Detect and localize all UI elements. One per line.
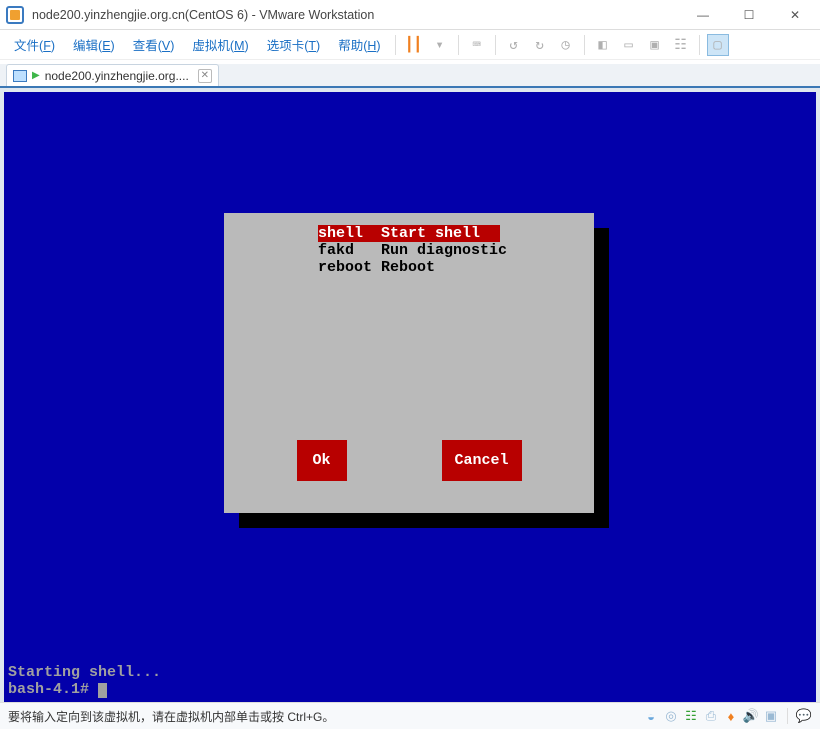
cancel-button-shadow: Cancel bbox=[442, 440, 522, 481]
tab-close-button[interactable]: ✕ bbox=[198, 69, 212, 83]
rescue-menu[interactable]: shell Start shell fakd Run diagnostic re… bbox=[318, 225, 580, 276]
close-button[interactable]: ✕ bbox=[772, 0, 818, 29]
toolbar-separator bbox=[699, 35, 700, 55]
status-hint: 要将输入定向到该虚拟机，请在虚拟机内部单击或按 Ctrl+G。 bbox=[8, 708, 334, 725]
status-bar: 要将输入定向到该虚拟机，请在虚拟机内部单击或按 Ctrl+G。 ◒ ◎ ☷ ⎙ … bbox=[0, 702, 820, 729]
cursor-icon bbox=[98, 683, 107, 698]
menu-vm[interactable]: 虚拟机(M) bbox=[184, 31, 256, 58]
monitor-icon bbox=[13, 70, 27, 82]
unity-icon[interactable]: ▣ bbox=[644, 34, 666, 56]
menu-bar: 文件(F) 编辑(E) 查看(V) 虚拟机(M) 选项卡(T) 帮助(H) ┃┃… bbox=[0, 30, 820, 60]
dropdown-icon[interactable]: ▾ bbox=[429, 34, 451, 56]
cancel-button[interactable]: Cancel bbox=[442, 440, 522, 481]
vm-console[interactable]: shell Start shell fakd Run diagnostic re… bbox=[4, 92, 816, 702]
menu-option-fakd[interactable]: fakd Run diagnostic bbox=[318, 242, 580, 259]
menu-view[interactable]: 查看(V) bbox=[125, 31, 183, 58]
console-container: shell Start shell fakd Run diagnostic re… bbox=[0, 88, 820, 702]
status-separator bbox=[787, 708, 788, 724]
ok-button[interactable]: Ok bbox=[297, 440, 347, 481]
fit-guest-icon[interactable]: ▭ bbox=[618, 34, 640, 56]
menu-option-reboot[interactable]: reboot Reboot bbox=[318, 259, 580, 276]
printer-icon[interactable]: ⎙ bbox=[703, 708, 719, 724]
vm-tab-label: node200.yinzhengjie.org.... bbox=[45, 69, 189, 83]
rescue-dialog: shell Start shell fakd Run diagnostic re… bbox=[224, 213, 594, 513]
library-icon[interactable]: ☷ bbox=[670, 34, 692, 56]
cd-icon[interactable]: ◎ bbox=[663, 708, 679, 724]
minimize-button[interactable]: — bbox=[680, 0, 726, 29]
snapshot-back-icon[interactable]: ↺ bbox=[503, 34, 525, 56]
sound-icon[interactable]: 🔊 bbox=[743, 708, 759, 724]
device-status-icons: ◒ ◎ ☷ ⎙ ♦ 🔊 ▣ 💬 bbox=[643, 708, 812, 724]
menu-help[interactable]: 帮助(H) bbox=[330, 31, 388, 58]
menu-separator bbox=[395, 35, 396, 55]
network-icon[interactable]: ☷ bbox=[683, 708, 699, 724]
pause-icon[interactable]: ┃┃ bbox=[403, 34, 425, 56]
menu-tabs[interactable]: 选项卡(T) bbox=[259, 31, 329, 58]
ok-button-shadow: Ok bbox=[297, 440, 347, 481]
fullscreen-icon[interactable]: ▢ bbox=[707, 34, 729, 56]
terminal-output: Starting shell... bash-4.1# bbox=[8, 664, 161, 698]
toolbar-separator bbox=[458, 35, 459, 55]
snapshot-manage-icon[interactable]: ◷ bbox=[555, 34, 577, 56]
play-icon: ▶ bbox=[32, 70, 40, 81]
vm-tabbar: ▶ node200.yinzhengjie.org.... ✕ bbox=[0, 64, 820, 88]
menu-edit[interactable]: 编辑(E) bbox=[65, 31, 123, 58]
menu-file[interactable]: 文件(F) bbox=[6, 31, 63, 58]
hdd-icon[interactable]: ◒ bbox=[643, 708, 659, 724]
snapshot-fwd-icon[interactable]: ↻ bbox=[529, 34, 551, 56]
vm-tab-active[interactable]: ▶ node200.yinzhengjie.org.... ✕ bbox=[6, 64, 219, 86]
display-icon[interactable]: ▣ bbox=[763, 708, 779, 724]
toolbar-separator bbox=[584, 35, 585, 55]
maximize-button[interactable]: ☐ bbox=[726, 0, 772, 29]
send-ctrlaltdel-icon[interactable]: ⌨ bbox=[466, 34, 488, 56]
window-title-bar: node200.yinzhengjie.org.cn(CentOS 6) - V… bbox=[0, 0, 820, 30]
menu-option-shell[interactable]: shell Start shell bbox=[318, 225, 500, 242]
toolbar-separator bbox=[495, 35, 496, 55]
window-title: node200.yinzhengjie.org.cn(CentOS 6) - V… bbox=[32, 8, 680, 22]
message-icon[interactable]: 💬 bbox=[796, 708, 812, 724]
vmware-logo-icon bbox=[6, 6, 24, 24]
fit-window-icon[interactable]: ◧ bbox=[592, 34, 614, 56]
usb-icon[interactable]: ♦ bbox=[723, 708, 739, 724]
